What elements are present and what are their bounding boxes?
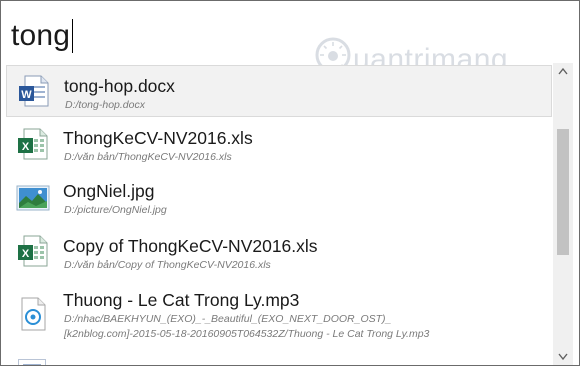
result-item[interactable]: X Copy of ThongKeCV-NV2016.xls D:/văn bả…	[6, 226, 552, 278]
scroll-down-arrow-icon[interactable]	[553, 347, 573, 365]
svg-text:W: W	[21, 89, 32, 101]
file-name: OngNiel.jpg	[63, 181, 155, 201]
search-input[interactable]: tong	[11, 19, 74, 53]
excel-spreadsheet-icon: X	[18, 235, 48, 267]
file-name: ThongKeCV-NV2016.xls	[63, 128, 253, 148]
vertical-scrollbar[interactable]	[553, 63, 573, 365]
result-item[interactable]: Thuong - Le Cat Trong Ly.mp3 D:/nhac/BAE…	[6, 281, 552, 347]
search-query[interactable]: tong	[11, 19, 70, 52]
result-item[interactable]: W tong-hop.docx D:/tong-hop.docx	[6, 65, 552, 117]
file-path-continued: [k2nblog.com]-2015-05-18-20160905T064532…	[64, 328, 430, 340]
file-path: D:/tong-hop.docx	[65, 99, 145, 111]
file-name: Copy of ThongKeCV-NV2016.xls	[63, 236, 318, 256]
file-icon-partial	[18, 359, 46, 365]
svg-text:X: X	[22, 141, 30, 153]
image-file-icon	[16, 185, 50, 211]
audio-file-icon	[21, 297, 46, 331]
search-window: tong uantrimang W tong-hop.docx D:/tong-…	[0, 0, 580, 366]
result-item-partial[interactable]	[6, 353, 552, 365]
scroll-up-arrow-icon[interactable]	[553, 63, 573, 81]
svg-text:X: X	[22, 248, 30, 260]
file-path: D:/nhac/BAEKHYUN_(EXO)_-_Beautiful_(EXO_…	[64, 313, 392, 325]
file-path: D:/văn bản/ThongKeCV-NV2016.xls	[64, 151, 232, 163]
scroll-thumb[interactable]	[557, 129, 569, 255]
result-item[interactable]: OngNiel.jpg D:/picture/OngNiel.jpg	[6, 172, 552, 224]
results-list: W tong-hop.docx D:/tong-hop.docx X Thong…	[6, 63, 552, 365]
file-path: D:/văn bản/Copy of ThongKeCV-NV2016.xls	[64, 259, 271, 271]
word-document-icon: W	[19, 75, 49, 107]
file-name: Thuong - Le Cat Trong Ly.mp3	[63, 290, 300, 310]
excel-spreadsheet-icon: X	[18, 128, 48, 160]
result-item[interactable]: X ThongKeCV-NV2016.xls D:/văn bản/ThongK…	[6, 119, 552, 171]
text-caret	[72, 19, 74, 53]
file-path: D:/picture/OngNiel.jpg	[64, 204, 167, 216]
file-name: tong-hop.docx	[64, 76, 175, 96]
